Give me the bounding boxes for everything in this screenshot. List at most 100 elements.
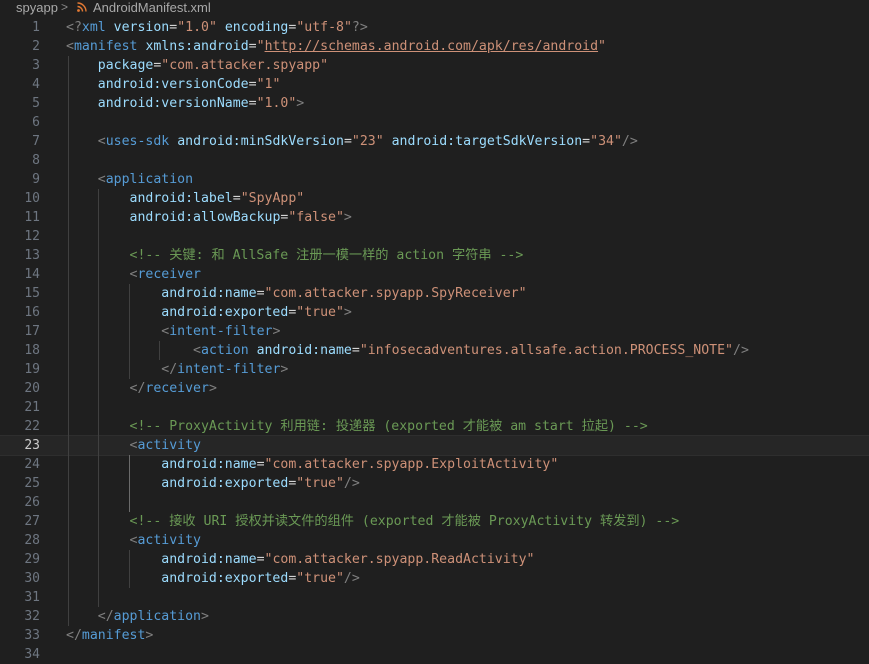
token-str: "1.0" (256, 96, 297, 111)
code-line[interactable]: 24 android:name="com.attacker.spyapp.Exp… (0, 455, 869, 474)
code-line[interactable]: 15 android:name="com.attacker.spyapp.Spy… (0, 284, 869, 303)
token-eq (66, 172, 98, 187)
token-str: "34" (590, 134, 622, 149)
line-number: 7 (32, 134, 40, 149)
code-line[interactable]: 2 <manifest xmlns:android="http://schemas… (0, 37, 869, 56)
code-text: <manifest xmlns:android="http://schemas.… (66, 37, 606, 56)
code-line[interactable]: 32 </application> (0, 607, 869, 626)
code-line[interactable]: 4 android:versionCode="1" (0, 75, 869, 94)
code-line[interactable]: 34 (0, 645, 869, 664)
code-line[interactable]: 16 android:exported="true"> (0, 303, 869, 322)
code-text: android:allowBackup="false"> (66, 208, 352, 227)
token-attr: android:label (129, 191, 233, 206)
token-str: "com.attacker.spyapp" (161, 58, 329, 73)
code-line[interactable]: 11 android:allowBackup="false"> (0, 208, 869, 227)
code-line[interactable]: 30 android:exported="true"/> (0, 569, 869, 588)
line-number: 13 (24, 248, 40, 263)
code-line[interactable]: 22 <!-- ProxyActivity 利用链: 投递器 (exported… (0, 417, 869, 436)
token-tag: receiver (145, 381, 209, 396)
line-number: 14 (24, 267, 40, 282)
code-line[interactable]: 29 android:name="com.attacker.spyapp.Rea… (0, 550, 869, 569)
token-attr: package (97, 58, 154, 73)
token-punct: > (296, 96, 305, 111)
code-editor[interactable]: spyapp > AndroidManifest.xml 1 <?xml vers… (0, 0, 869, 662)
code-line[interactable]: 31 (0, 588, 869, 607)
code-text: android:exported="true"/> (66, 474, 360, 493)
token-punct: /> (621, 134, 638, 149)
code-text: </manifest> (66, 626, 153, 645)
token-eq (66, 362, 161, 377)
line-number: 34 (24, 647, 40, 662)
code-line[interactable]: 26 (0, 493, 869, 512)
token-eq: = (248, 39, 257, 54)
token-punct: </ (97, 609, 114, 624)
code-line[interactable]: 8 (0, 151, 869, 170)
code-line[interactable]: 6 (0, 113, 869, 132)
token-str: "1" (256, 77, 281, 92)
code-line[interactable]: 14 <receiver (0, 265, 869, 284)
code-line[interactable]: 5 android:versionName="1.0"> (0, 94, 869, 113)
code-line[interactable]: 13 <!-- 关键: 和 AllSafe 注册一模一样的 action 字符串… (0, 246, 869, 265)
code-line[interactable]: 27 <!-- 接收 URI 授权并读文件的组件 (exported 才能被 P… (0, 512, 869, 531)
token-punct: <? (66, 20, 82, 35)
token-punct: /> (733, 343, 749, 358)
breadcrumb: spyapp > AndroidManifest.xml (0, 0, 869, 15)
token-str: "utf-8" (296, 20, 352, 35)
code-line[interactable]: 23 <activity (0, 435, 869, 456)
line-number: 16 (24, 305, 40, 320)
code-text: <!-- 接收 URI 授权并读文件的组件 (exported 才能被 Prox… (66, 512, 680, 531)
line-number: 21 (24, 400, 40, 415)
code-line[interactable]: 10 android:label="SpyApp" (0, 189, 869, 208)
token-eq: = (351, 343, 360, 358)
token-attr: android:name (256, 343, 352, 358)
token-punct: ?> (351, 20, 368, 35)
breadcrumb-file[interactable]: AndroidManifest.xml (93, 0, 211, 15)
token-tag: manifest (73, 39, 138, 54)
code-line[interactable]: 12 (0, 227, 869, 246)
token-punct: < (97, 172, 106, 187)
token-attr: android:minSdkVersion (177, 134, 344, 149)
token-eq (384, 134, 392, 149)
code-text: <application (66, 170, 193, 189)
line-number: 5 (32, 96, 40, 111)
token-str: "23" (351, 134, 384, 149)
line-number: 19 (24, 362, 40, 377)
token-eq (66, 457, 161, 472)
token-attr: android:name (161, 457, 257, 472)
token-comment: <!-- ProxyActivity 利用链: 投递器 (exported 才能… (129, 419, 648, 434)
token-eq (66, 476, 161, 491)
line-number: 22 (24, 419, 40, 434)
token-eq (66, 324, 161, 339)
code-line[interactable]: 33 </manifest> (0, 626, 869, 645)
code-line[interactable]: 18 <action android:name="infosecadventur… (0, 341, 869, 360)
token-attr: version (113, 20, 170, 35)
token-str: " (598, 39, 606, 54)
token-str: "infosecadventures.allsafe.action.PROCES… (359, 343, 733, 358)
token-punct: > (343, 305, 352, 320)
line-number: 17 (24, 324, 40, 339)
token-tag: application (105, 172, 194, 187)
code-line[interactable]: 28 <activity (0, 531, 869, 550)
line-number: 27 (24, 514, 40, 529)
code-line[interactable]: 1 <?xml version="1.0" encoding="utf-8"?> (0, 18, 869, 37)
line-number: 26 (24, 495, 40, 510)
line-number: 1 (32, 20, 40, 35)
code-line[interactable]: 7 <uses-sdk android:minSdkVersion="23" a… (0, 132, 869, 151)
code-line[interactable]: 9 <application (0, 170, 869, 189)
token-tag: application (113, 609, 201, 624)
token-punct: < (97, 134, 106, 149)
code-line[interactable]: 21 (0, 398, 869, 417)
token-url: http://schemas.android.com/apk/res/andro… (264, 39, 599, 54)
token-eq (66, 552, 161, 567)
breadcrumb-folder[interactable]: spyapp (16, 0, 58, 15)
code-line[interactable]: 19 </intent-filter> (0, 360, 869, 379)
line-number: 8 (32, 153, 40, 168)
code-line[interactable]: 3 package="com.attacker.spyapp" (0, 56, 869, 75)
code-text: <?xml version="1.0" encoding="utf-8"?> (66, 18, 368, 37)
code-line[interactable]: 17 <intent-filter> (0, 322, 869, 341)
token-tag: intent-filter (177, 362, 281, 377)
code-line[interactable]: 25 android:exported="true"/> (0, 474, 869, 493)
line-number: 28 (24, 533, 40, 548)
code-line[interactable]: 20 </receiver> (0, 379, 869, 398)
token-attr: android:exported (161, 571, 289, 586)
